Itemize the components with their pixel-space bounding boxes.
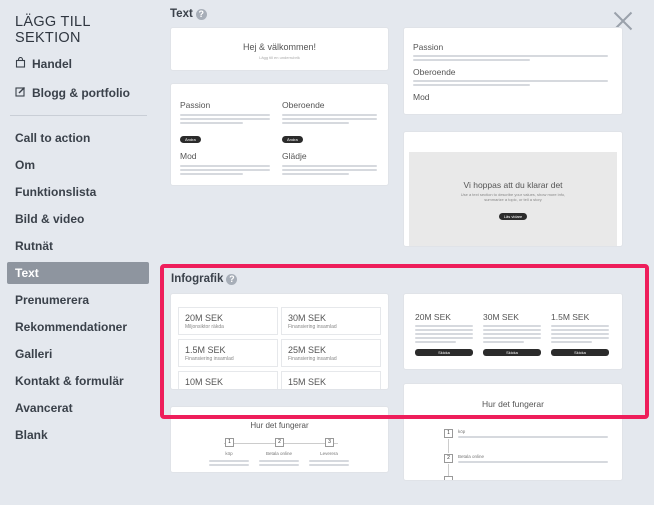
- sidebar-item-blogg[interactable]: Blogg & portfolio: [15, 82, 130, 104]
- sidebar-item-avancerat[interactable]: Avancerat: [15, 397, 73, 419]
- stat-label: Finansiering insamlad: [288, 324, 337, 330]
- stat-value: 1.5M SEK: [185, 345, 226, 355]
- sidebar-item-label: Handel: [32, 57, 73, 71]
- feature-block: Glädje: [282, 151, 377, 175]
- sidebar-item-call-to-action[interactable]: Call to action: [15, 127, 90, 149]
- column-block: 20M SEK Skicka: [415, 312, 473, 356]
- stat-value: 15M SEK: [288, 377, 327, 387]
- stat-box: 1.5M SEK Finansiering insamlad: [178, 339, 278, 367]
- card-heading: Hur det fungerar: [482, 399, 544, 409]
- stat-label: Miljonsiktor räkda: [185, 324, 224, 330]
- stat-label: Finansiering insamlad: [288, 356, 337, 362]
- sidebar-divider: [10, 115, 147, 116]
- step-number: 2: [444, 454, 453, 463]
- help-icon[interactable]: ?: [226, 274, 238, 285]
- template-card-list[interactable]: Passion Oberoende Mod: [404, 28, 622, 114]
- banner-button: Läs vidare: [498, 213, 528, 220]
- template-card-welcome[interactable]: Hej & välkommen! Lägg till en underrubri…: [171, 28, 388, 70]
- template-card-how-list[interactable]: Hur det fungerar 1 köp 2 Betala online: [404, 384, 622, 480]
- sidebar: LÄGG TILL SEKTION Handel Blogg & portfol…: [0, 0, 158, 505]
- card-button: Ändra: [282, 136, 303, 143]
- column-button: Skicka: [551, 349, 609, 356]
- card-subheading: Lägg till en underrubrik: [259, 55, 300, 60]
- feature-block: Mod: [180, 151, 270, 185]
- card-heading: Hur det fungerar: [250, 421, 309, 430]
- banner-heading: Vi hoppas att du klarar det: [463, 180, 563, 190]
- feature-block: Passion Ändra: [180, 100, 270, 146]
- edit-icon: [15, 83, 29, 105]
- stat-box: 25M SEK Finansiering insamlad: [281, 339, 381, 367]
- template-card-columns[interactable]: 20M SEK Skicka 30M SEK Skicka 1.5M SEK S…: [404, 294, 622, 369]
- template-card-stats[interactable]: 20M SEK Miljonsiktor räkda 30M SEK Finan…: [171, 294, 388, 389]
- section-title-infografik: Infografik?: [171, 273, 238, 285]
- sidebar-item-rutnat[interactable]: Rutnät: [15, 235, 53, 257]
- sidebar-item-rekommendationer[interactable]: Rekommendationer: [15, 316, 127, 338]
- step-label: Leverera: [320, 451, 338, 456]
- step-label: köp: [458, 429, 466, 434]
- sidebar-item-funktionslista[interactable]: Funktionslista: [15, 181, 96, 203]
- stat-label: Finansiering insamlad: [185, 356, 234, 362]
- feature-title: Oberoende: [282, 100, 325, 110]
- feature-title: Passion: [180, 100, 211, 110]
- step-row: köp: [458, 429, 608, 438]
- sidebar-item-prenumerera[interactable]: Prenumerera: [15, 289, 89, 311]
- list-title: Oberoende: [413, 67, 456, 77]
- list-title: Mod: [413, 92, 430, 102]
- section-title-label: Infografik: [171, 273, 224, 285]
- column-block: 30M SEK Skicka: [483, 312, 541, 356]
- column-value: 30M SEK: [483, 312, 519, 322]
- step-number: [444, 476, 453, 480]
- column-value: 20M SEK: [415, 312, 451, 322]
- step-number: 3: [325, 438, 334, 447]
- step-label: Betala online: [265, 451, 293, 456]
- sidebar-item-kontakt[interactable]: Kontakt & formulär: [15, 370, 124, 392]
- sidebar-item-blank[interactable]: Blank: [15, 424, 48, 446]
- step-number: 1: [444, 429, 453, 438]
- feature-title: Mod: [180, 151, 197, 161]
- stat-box: 10M SEK: [178, 371, 278, 389]
- card-button: Ändra: [180, 136, 201, 143]
- stat-box: 30M SEK Finansiering insamlad: [281, 307, 381, 335]
- step-label: köp: [225, 451, 233, 456]
- sidebar-item-om[interactable]: Om: [15, 154, 35, 176]
- template-card-banner[interactable]: Vi hoppas att du klarar det Use a text s…: [404, 132, 622, 246]
- section-title-text: Text?: [170, 8, 207, 20]
- column-button: Skicka: [415, 349, 473, 356]
- stat-box: 15M SEK: [281, 371, 381, 389]
- step-number: 1: [225, 438, 234, 447]
- banner-image: Vi hoppas att du klarar det Use a text s…: [409, 152, 617, 246]
- sidebar-item-label: Blogg & portfolio: [32, 86, 130, 100]
- column-block: 1.5M SEK Skicka: [551, 312, 609, 356]
- sidebar-title: LÄGG TILL SEKTION: [15, 14, 91, 46]
- stat-value: 30M SEK: [288, 313, 327, 323]
- sidebar-item-galleri[interactable]: Galleri: [15, 343, 52, 365]
- shopping-bag-icon: [15, 54, 29, 76]
- column-value: 1.5M SEK: [551, 312, 590, 322]
- section-title-label: Text: [170, 8, 193, 20]
- stat-value: 20M SEK: [185, 313, 224, 323]
- template-card-features[interactable]: Passion Ändra Oberoende Ändra Mod Glädje: [171, 84, 388, 185]
- list-title: Passion: [413, 42, 444, 52]
- stat-value: 25M SEK: [288, 345, 327, 355]
- sidebar-item-handel[interactable]: Handel: [15, 53, 72, 75]
- step-number: 2: [275, 438, 284, 447]
- stat-box: 20M SEK Miljonsiktor räkda: [178, 307, 278, 335]
- step-label: Betala online: [458, 454, 485, 459]
- banner-sub: summarize a topic, or tell a story: [484, 197, 542, 202]
- step-row: Betala online: [458, 454, 608, 463]
- card-heading: Hej & välkommen!: [242, 42, 317, 52]
- stat-value: 10M SEK: [185, 377, 224, 387]
- main-panel: Text? Hej & välkommen! Lägg till en unde…: [158, 0, 654, 505]
- feature-block: Oberoende Ändra: [282, 100, 377, 146]
- list-block: Passion Oberoende Mod: [413, 42, 608, 102]
- template-card-how-steps[interactable]: Hur det fungerar 1 2 3 köp Betala online…: [171, 407, 388, 472]
- help-icon[interactable]: ?: [195, 9, 207, 20]
- sidebar-item-text[interactable]: Text: [7, 262, 149, 284]
- feature-title: Glädje: [282, 151, 307, 161]
- column-button: Skicka: [483, 349, 541, 356]
- sidebar-item-bild-video[interactable]: Bild & video: [15, 208, 84, 230]
